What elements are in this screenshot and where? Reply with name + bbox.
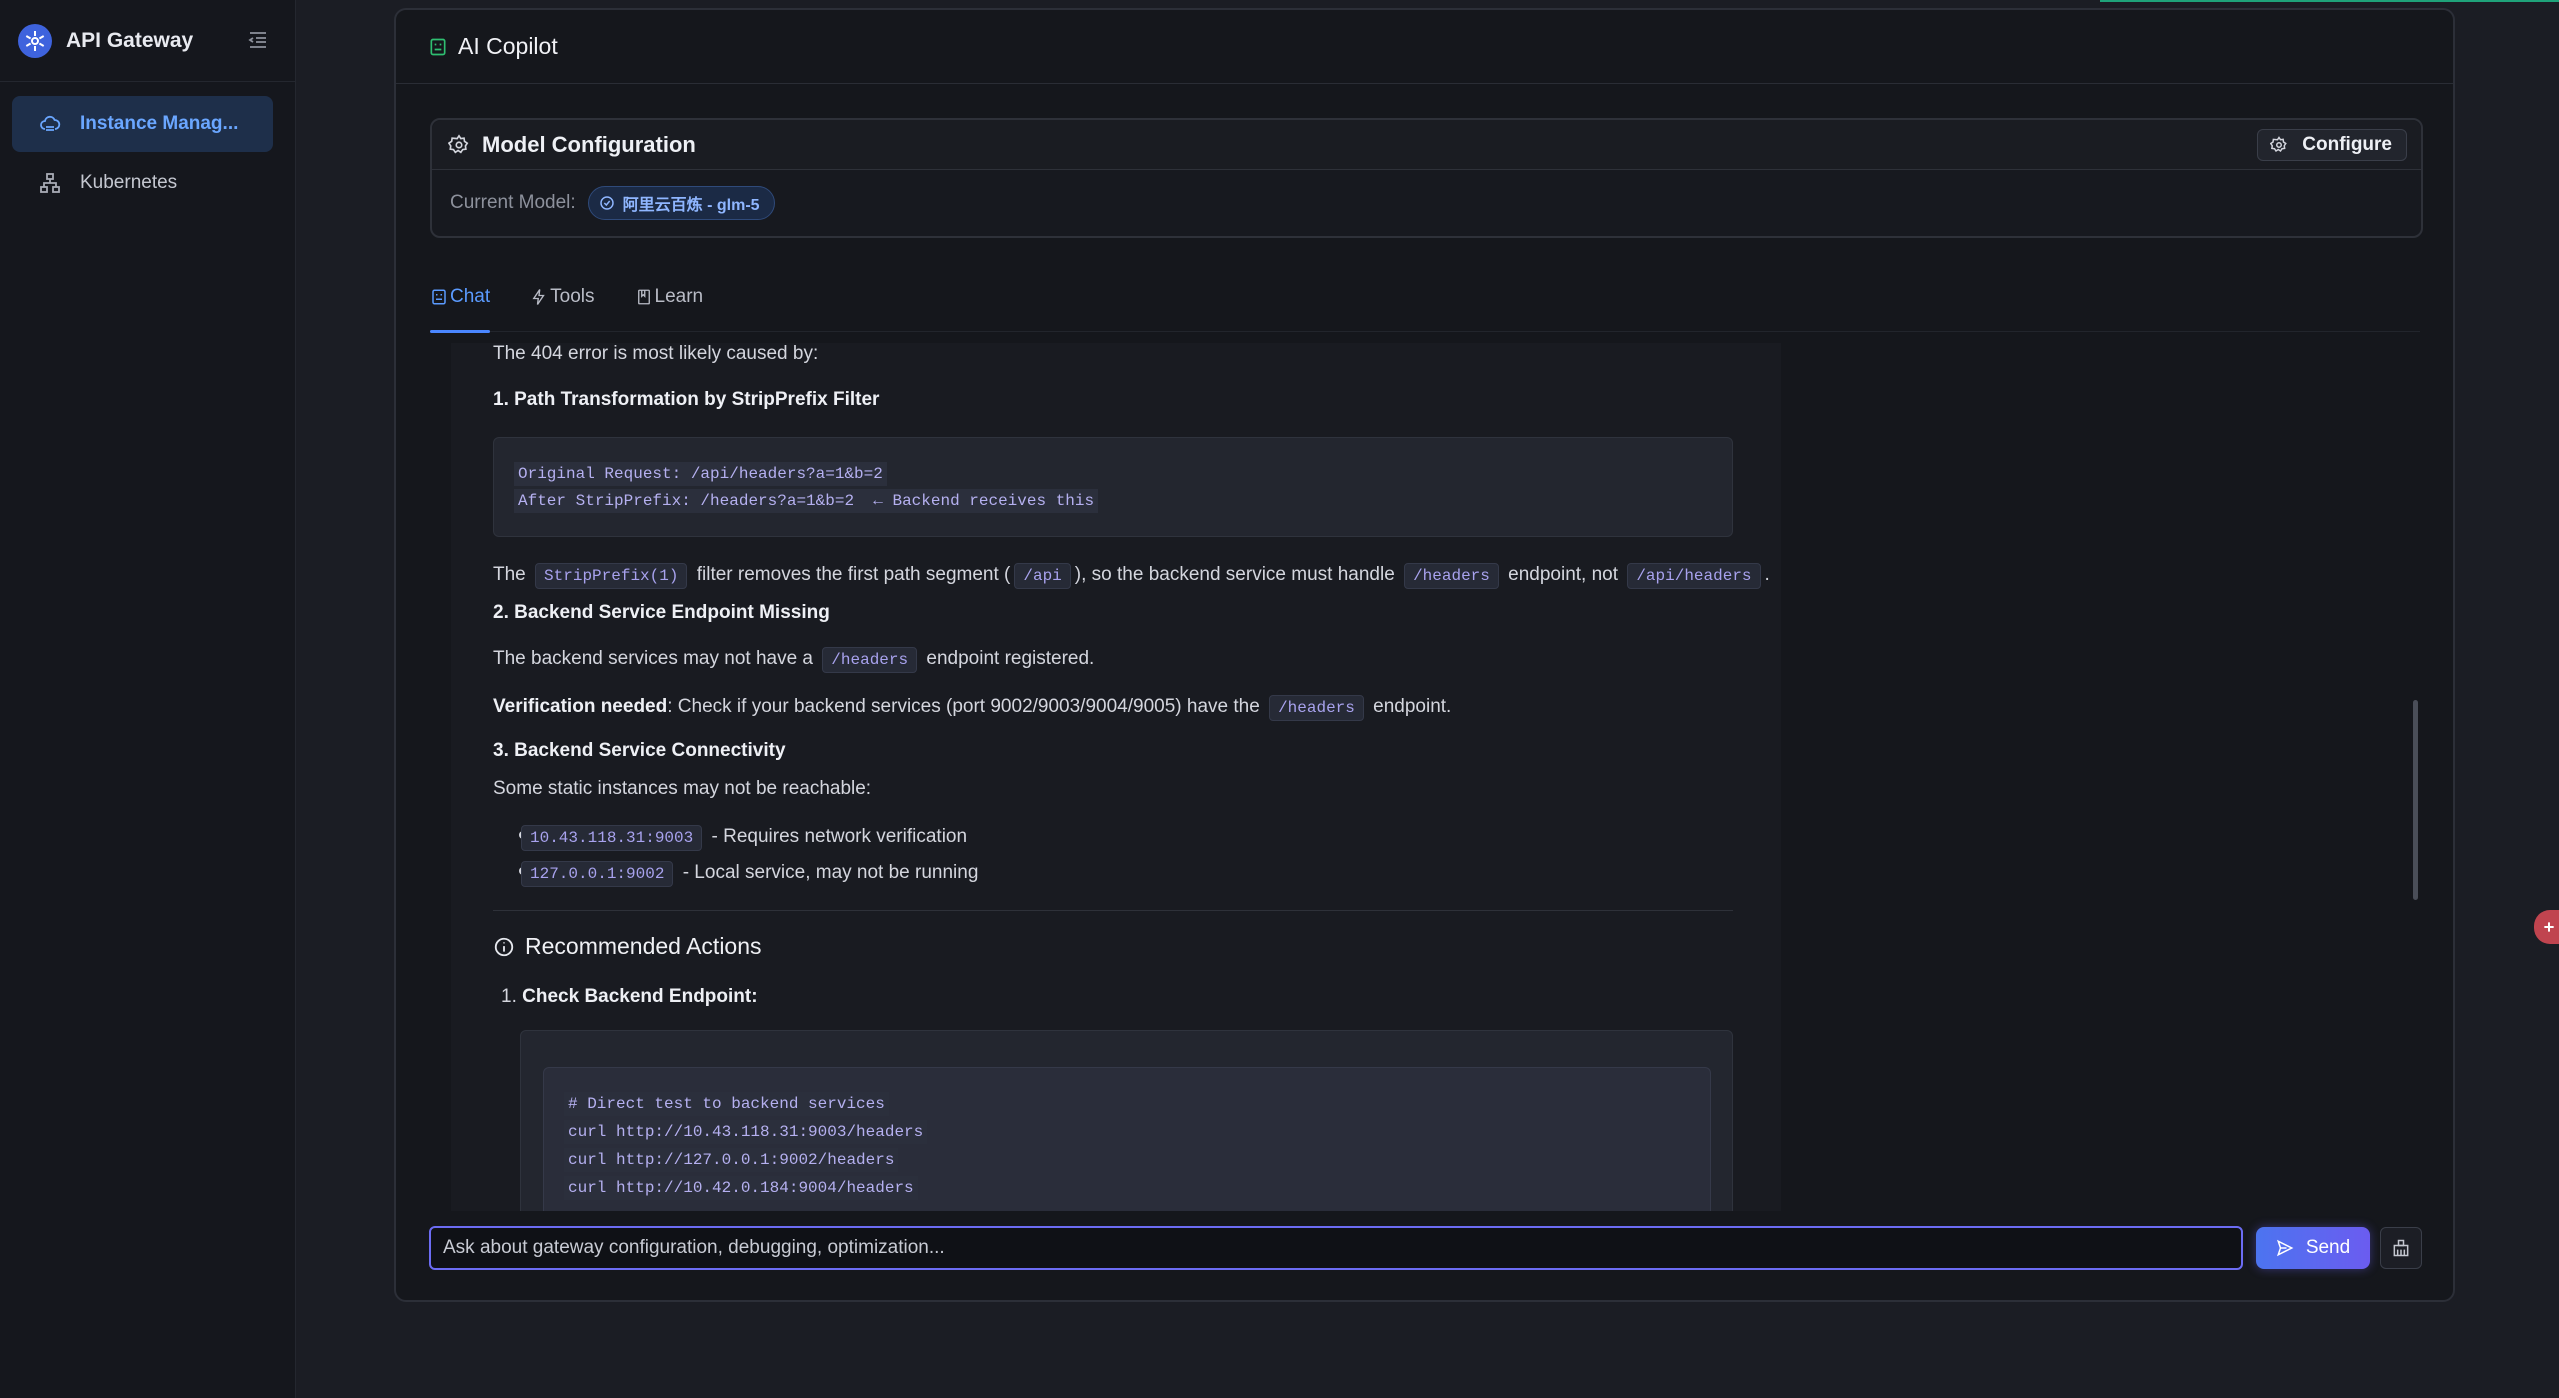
paragraph-stripprefix: The StripPrefix(1) filter removes the fi… [493, 561, 1770, 589]
code-line: curl http://10.43.118.31:9003/headers [564, 1120, 928, 1144]
text: - Local service, may not be running [682, 862, 979, 883]
inline-code: /headers [1269, 695, 1364, 721]
inline-code: /headers [822, 647, 918, 673]
inline-code: /api [1014, 563, 1071, 589]
paragraph-connectivity: Some static instances may not be reachab… [493, 778, 872, 799]
list-item: 127.0.0.1:9002 - Local service, may not … [517, 859, 978, 887]
sidebar-item-label: Instance Manag... [80, 113, 239, 134]
send-label: Send [2305, 1237, 2351, 1258]
section-heading-3: 3. Backend Service Connectivity [493, 740, 786, 761]
text: . [1764, 564, 1770, 585]
send-button[interactable]: Send [2256, 1227, 2370, 1269]
inline-code: StripPrefix(1) [535, 563, 688, 589]
code-line: Original Request: /api/headers?a=1&b=2 [514, 462, 887, 486]
cloud-gateway-icon [40, 115, 61, 131]
tab-label: Tools [550, 286, 595, 307]
text: The [493, 564, 526, 585]
copilot-tabs: Chat Tools Learn [430, 262, 2420, 333]
sidebar-item-label: Kubernetes [80, 172, 178, 193]
tab-chat[interactable]: Chat [430, 262, 491, 333]
panel-title: AI Copilot [458, 33, 558, 59]
inline-code: /api/headers [1627, 563, 1761, 589]
step-1: 1. Check Backend Endpoint: [501, 983, 758, 1010]
current-model-badge: 阿里云百炼 - glm-5 [587, 186, 775, 220]
current-model-row: Current Model: 阿里云百炼 - glm-5 [432, 170, 2421, 236]
send-icon [2276, 1239, 2294, 1257]
chat-scrollbar[interactable] [2413, 700, 2418, 900]
code-line: After StripPrefix: /headers?a=1&b=2 ← Ba… [514, 489, 1099, 513]
copilot-icon [430, 38, 446, 55]
configure-label: Configure [2302, 134, 2392, 155]
section-title: Recommended Actions [525, 933, 762, 959]
divider [493, 910, 1733, 911]
clear-chat-button[interactable] [2380, 1227, 2422, 1269]
brand: API Gateway [0, 0, 295, 82]
lightning-icon [532, 289, 545, 305]
check-circle-icon [599, 196, 614, 210]
gear-icon [448, 133, 469, 153]
inline-code: /headers [1404, 563, 1499, 589]
code-block-curl-outer: # Direct test to backend services curl h… [520, 1030, 1733, 1211]
broom-icon [2393, 1239, 2409, 1257]
recommended-actions-heading: Recommended Actions [493, 933, 762, 960]
inline-code: 10.43.118.31:9003 [521, 825, 703, 851]
tab-learn[interactable]: Learn [635, 262, 704, 332]
step-number: 1. [501, 986, 517, 1007]
chat-input[interactable] [429, 1226, 2243, 1270]
model-configuration-card: Model Configuration Configure Current Mo… [430, 118, 2423, 238]
inline-code: 127.0.0.1:9002 [521, 861, 674, 887]
paragraph-verification: Verification needed: Check if your backe… [493, 693, 1451, 721]
text: endpoint registered. [926, 648, 1095, 669]
gear-icon [2270, 136, 2288, 153]
sidebar-item-kubernetes[interactable]: Kubernetes [12, 155, 273, 211]
list-item: 10.43.118.31:9003 - Requires network ver… [517, 823, 967, 851]
step-title: Check Backend Endpoint: [522, 986, 758, 1007]
code-block-path: Original Request: /api/headers?a=1&b=2 A… [493, 437, 1733, 537]
text: The backend services may not have a [493, 648, 814, 669]
section-heading-1: 1. Path Transformation by StripPrefix Fi… [493, 389, 880, 410]
book-icon [637, 289, 650, 305]
code-block-curl: # Direct test to backend services curl h… [543, 1067, 1711, 1211]
code-line: curl http://127.0.0.1:9002/headers [564, 1148, 899, 1172]
text: endpoint, not [1508, 564, 1619, 585]
section-heading-2: 2. Backend Service Endpoint Missing [493, 602, 830, 623]
bold-text: Verification needed [493, 696, 668, 717]
text: - Requires network verification [711, 826, 968, 847]
current-model-label: Current Model: [450, 192, 576, 213]
collapse-sidebar-icon[interactable] [246, 28, 270, 52]
tab-tools[interactable]: Tools [530, 262, 595, 332]
text: endpoint. [1373, 696, 1452, 717]
configure-button[interactable]: Configure [2257, 129, 2407, 161]
chat-messages-area[interactable]: The 404 error is most likely caused by: … [451, 343, 1781, 1211]
cluster-icon [40, 173, 60, 193]
top-accent-bar [2100, 0, 2559, 2]
sidebar: API Gateway Instance Manag... Kubernetes [0, 0, 296, 1398]
text: ), so the backend service must handle [1074, 564, 1395, 585]
ai-copilot-panel: AI Copilot Model Configuration Configure… [394, 8, 2455, 1302]
current-model-value: 阿里云百炼 - glm-5 [622, 197, 760, 214]
message-intro: The 404 error is most likely caused by: [493, 343, 819, 364]
chat-icon [432, 289, 446, 305]
info-icon [494, 937, 514, 956]
tab-label: Chat [450, 286, 491, 307]
gateway-logo-icon [18, 23, 52, 58]
tab-label: Learn [654, 286, 704, 307]
paragraph-endpoint-missing: The backend services may not have a /hea… [493, 645, 1094, 673]
code-line: # Direct test to backend services [564, 1092, 889, 1116]
sidebar-item-instance-management[interactable]: Instance Manag... [12, 96, 273, 152]
panel-header: AI Copilot [396, 10, 2453, 84]
code-line: curl http://10.42.0.184:9004/headers [564, 1176, 918, 1200]
app-name: API Gateway [66, 28, 194, 52]
model-config-title: Model Configuration [482, 131, 696, 157]
text: : Check if your backend services (port 9… [667, 696, 1260, 717]
text: filter removes the first path segment ( [696, 564, 1011, 585]
model-card-header: Model Configuration Configure [432, 120, 2421, 170]
floating-action-icon[interactable] [2534, 910, 2559, 944]
